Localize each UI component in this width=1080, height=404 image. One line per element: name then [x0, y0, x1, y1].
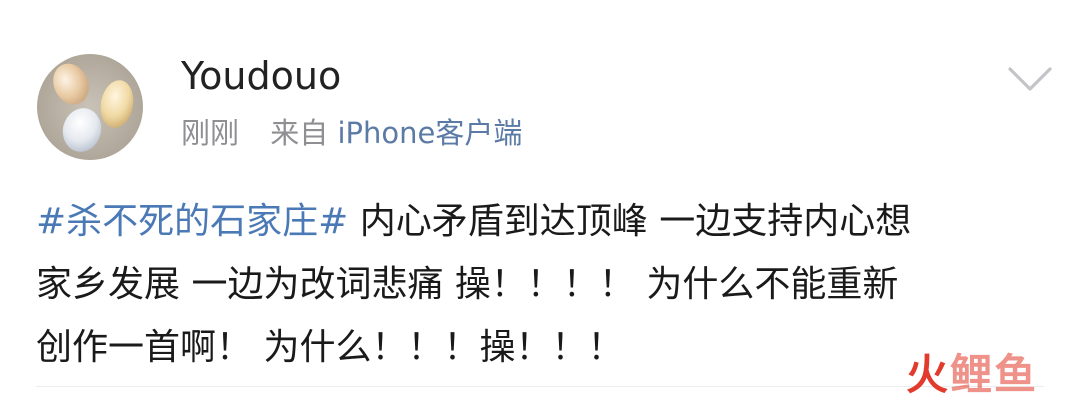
more-options-button[interactable] [1007, 64, 1053, 94]
content-line-3: 创作一首啊！ 为什么！！！操！！！ [36, 327, 624, 368]
username[interactable]: Youdouo [181, 52, 341, 100]
user-avatar[interactable] [37, 54, 143, 160]
avatar-image [37, 54, 143, 160]
content-text: 内心矛盾到达顶峰 一边支持内心想 [348, 201, 912, 242]
source-prefix: 来自 [270, 116, 329, 150]
post-content: #杀不死的石家庄# 内心矛盾到达顶峰 一边支持内心想 家乡发展 一边为改词悲痛 … [36, 190, 1046, 379]
watermark-char: 鱼 [994, 350, 1039, 399]
content-line-2: 家乡发展 一边为改词悲痛 操！！！！ 为什么不能重新 [36, 264, 899, 305]
post-time: 刚刚 [181, 116, 240, 150]
hashtag-link[interactable]: #杀不死的石家庄# [36, 201, 348, 242]
source-device[interactable]: iPhone客户端 [337, 116, 522, 150]
watermark-char: 鲤 [950, 350, 995, 399]
chevron-down-icon [1008, 67, 1052, 91]
watermark-logo: 火鲤鱼 [906, 351, 1038, 399]
divider [36, 386, 1044, 387]
post-meta: 刚刚 来自 iPhone客户端 [181, 113, 522, 153]
weibo-post-card: Youdouo 刚刚 来自 iPhone客户端 #杀不死的石家庄# 内心矛盾到达… [0, 0, 1080, 404]
content-line-1: #杀不死的石家庄# 内心矛盾到达顶峰 一边支持内心想 [36, 190, 1046, 253]
watermark-char: 火 [906, 350, 951, 399]
